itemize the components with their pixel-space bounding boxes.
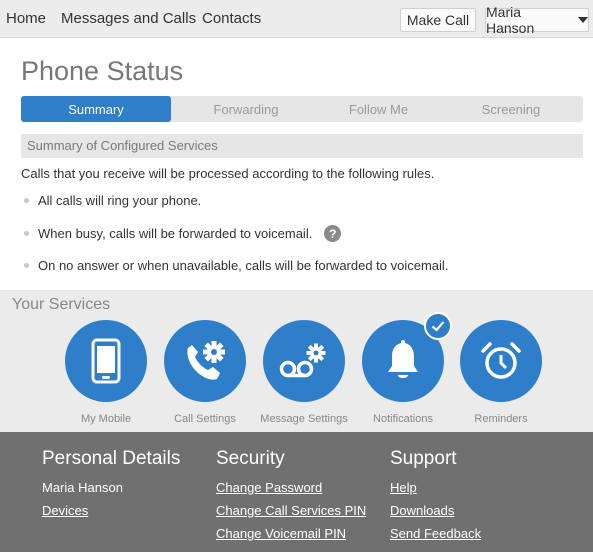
- services-title: Your Services: [12, 296, 111, 313]
- caret-down-icon: [578, 17, 588, 23]
- tab-summary-label: Summary: [68, 101, 124, 117]
- rule-item: All calls will ring your phone.: [24, 193, 201, 208]
- make-call-button[interactable]: Make Call: [400, 8, 476, 32]
- bell-icon: [388, 340, 418, 378]
- tab-follow-me-label: Follow Me: [348, 101, 409, 117]
- footer-heading: Security: [216, 448, 285, 469]
- rule-text: All calls will ring your phone.: [38, 193, 202, 208]
- service-circle: [263, 320, 345, 402]
- footer-heading: Support: [390, 448, 457, 469]
- footer: Personal Details Maria Hanson Devices Se…: [0, 432, 593, 552]
- service-message-settings[interactable]: Message Settings: [249, 320, 359, 425]
- tab-follow-me[interactable]: Follow Me: [306, 96, 451, 122]
- user-menu-button[interactable]: Maria Hanson: [485, 4, 589, 36]
- service-circle: [460, 320, 542, 402]
- top-navigation-bar: Home Messages and Calls Contacts Make Ca…: [0, 0, 593, 38]
- rules-intro-text: Calls that you receive will be processed…: [21, 166, 435, 181]
- your-services-panel: Your Services My Mobile Call Settings Me…: [0, 290, 593, 432]
- checkmark-icon: [431, 321, 445, 332]
- service-label: Call Settings: [174, 413, 236, 425]
- footer-user-name: Maria Hanson: [42, 480, 123, 495]
- service-my-mobile[interactable]: My Mobile: [51, 320, 161, 425]
- nav-messages-and-calls-link[interactable]: Messages and Calls: [61, 10, 196, 27]
- footer-devices-link[interactable]: Devices: [42, 503, 180, 518]
- service-label: Reminders: [474, 413, 528, 425]
- bullet-icon: [24, 198, 29, 203]
- page-title: Phone Status: [21, 56, 184, 86]
- service-label: My Mobile: [80, 413, 132, 425]
- nav-contacts-link[interactable]: Contacts: [202, 10, 261, 27]
- tab-screening[interactable]: Screening: [439, 96, 583, 122]
- bullet-icon: [24, 231, 29, 236]
- help-link[interactable]: Help: [390, 480, 481, 495]
- service-notifications[interactable]: Notifications: [348, 312, 458, 425]
- rule-text: On no answer or when unavailable, calls …: [38, 258, 449, 273]
- rule-item: On no answer or when unavailable, calls …: [24, 258, 448, 273]
- tab-screening-label: Screening: [481, 101, 541, 117]
- footer-support: Support Help Downloads Send Feedback: [390, 448, 481, 549]
- mobile-phone-icon: [91, 338, 121, 384]
- change-voicemail-pin-link[interactable]: Change Voicemail PIN: [216, 526, 366, 541]
- voicemail-gear-icon: [279, 343, 326, 378]
- user-name-label: Maria Hanson: [486, 4, 535, 36]
- rule-text: When busy, calls will be forwarded to vo…: [38, 226, 313, 241]
- footer-personal-details: Personal Details Maria Hanson Devices: [42, 448, 180, 526]
- footer-security: Security Change Password Change Call Ser…: [216, 448, 366, 549]
- help-question-icon[interactable]: ?: [324, 225, 342, 242]
- footer-heading: Personal Details: [42, 448, 181, 469]
- send-feedback-link[interactable]: Send Feedback: [390, 526, 481, 541]
- service-circle: [164, 320, 246, 402]
- phone-gear-icon: [187, 341, 225, 380]
- summary-header: Summary of Configured Services: [21, 134, 583, 158]
- service-call-settings[interactable]: Call Settings: [150, 320, 260, 425]
- phone-status-tabs: Summary Forwarding Follow Me Screening: [21, 96, 583, 122]
- service-label: Message Settings: [260, 413, 348, 425]
- make-call-label: Make Call: [406, 12, 470, 28]
- downloads-link[interactable]: Downloads: [390, 503, 481, 518]
- alarm-clock-icon: [481, 342, 521, 379]
- nav-home-link[interactable]: Home: [6, 10, 46, 27]
- change-call-services-pin-link[interactable]: Change Call Services PIN: [216, 503, 366, 518]
- service-label: Notifications: [373, 413, 433, 425]
- service-circle: [362, 312, 452, 402]
- service-circle: [65, 320, 147, 402]
- change-password-link[interactable]: Change Password: [216, 480, 366, 495]
- bullet-icon: [24, 263, 29, 268]
- tab-summary[interactable]: Summary: [21, 96, 171, 122]
- tab-forwarding[interactable]: Forwarding: [171, 96, 321, 122]
- service-reminders[interactable]: Reminders: [446, 320, 556, 425]
- tab-forwarding-label: Forwarding: [213, 101, 279, 117]
- rule-item: When busy, calls will be forwarded to vo…: [24, 225, 342, 242]
